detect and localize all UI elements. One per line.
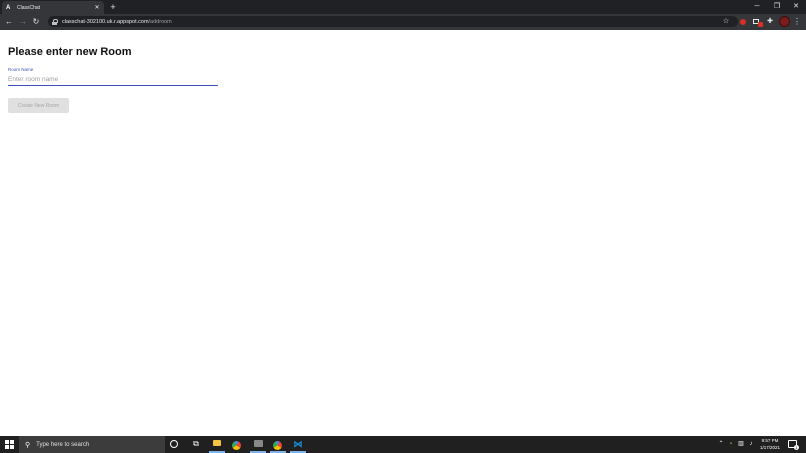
extensions-puzzle-icon[interactable]: ✚: [765, 17, 775, 27]
notification-count-badge: 1: [794, 445, 799, 450]
new-tab-icon[interactable]: +: [108, 1, 118, 13]
close-tab-icon[interactable]: ✕: [94, 4, 100, 11]
tab-title: ClassChat: [17, 4, 41, 11]
page-title: Please enter new Room: [8, 46, 132, 58]
forward-icon[interactable]: →: [17, 16, 29, 28]
page-content: Please enter new Room Room Name Create N…: [0, 30, 806, 436]
address-bar[interactable]: classchat-302100.uk.r.appspot.com/addroo…: [48, 16, 738, 27]
url-path: /addroom: [148, 18, 172, 25]
minimize-icon[interactable]: ─: [748, 0, 766, 14]
bookmark-star-icon[interactable]: ☆: [722, 17, 730, 27]
lock-icon[interactable]: [52, 18, 58, 25]
tray-app-icon[interactable]: ▪: [727, 439, 735, 449]
chrome-profile-icon[interactable]: [272, 438, 284, 450]
restore-icon[interactable]: ❐: [768, 0, 786, 14]
vscode-icon[interactable]: ⋈: [292, 438, 304, 450]
tab-classchat[interactable]: A ClassChat ✕: [2, 1, 104, 14]
mail-icon[interactable]: [252, 438, 264, 450]
create-room-button[interactable]: Create New Room: [8, 98, 69, 113]
taskbar-search-box[interactable]: ⚲ Type here to search: [19, 436, 165, 453]
cortana-icon[interactable]: [170, 440, 178, 448]
network-icon[interactable]: ▥: [737, 439, 745, 449]
volume-icon[interactable]: ♪: [747, 439, 755, 449]
browser-toolbar: ← → ↻ classchat-302100.uk.r.appspot.com /…: [0, 14, 806, 30]
taskbar-clock[interactable]: 9:57 PM 1/17/2021: [756, 437, 784, 451]
search-icon: ⚲: [25, 441, 31, 449]
browser-tab-strip: A ClassChat ✕ + ─ ❐ ✕: [0, 0, 806, 14]
clock-date: 1/17/2021: [759, 445, 781, 450]
room-name-input[interactable]: [8, 73, 218, 86]
chrome-icon[interactable]: [231, 438, 243, 450]
url-host: classchat-302100.uk.r.appspot.com: [62, 18, 149, 25]
favicon-icon: A: [6, 4, 11, 11]
windows-start-icon[interactable]: [5, 440, 14, 449]
profile-avatar[interactable]: [779, 16, 790, 27]
file-explorer-icon[interactable]: [211, 438, 223, 450]
extension-red-icon[interactable]: [738, 17, 748, 27]
search-placeholder: Type here to search: [36, 441, 90, 448]
close-window-icon[interactable]: ✕: [787, 0, 805, 14]
clock-time: 9:57 PM: [761, 438, 779, 443]
room-name-label: Room Name: [8, 67, 34, 72]
task-view-icon[interactable]: ⧉: [190, 438, 202, 450]
reload-icon[interactable]: ↻: [30, 16, 42, 28]
extension-badge: [758, 22, 763, 27]
windows-taskbar: ⚲ Type here to search ⧉ ⋈ ⌃ ▪ ▥ ♪ 9:57 P…: [0, 436, 806, 453]
tray-chevron-icon[interactable]: ⌃: [717, 439, 725, 449]
menu-kebab-icon[interactable]: ⋮: [793, 16, 801, 28]
back-icon[interactable]: ←: [3, 16, 15, 28]
